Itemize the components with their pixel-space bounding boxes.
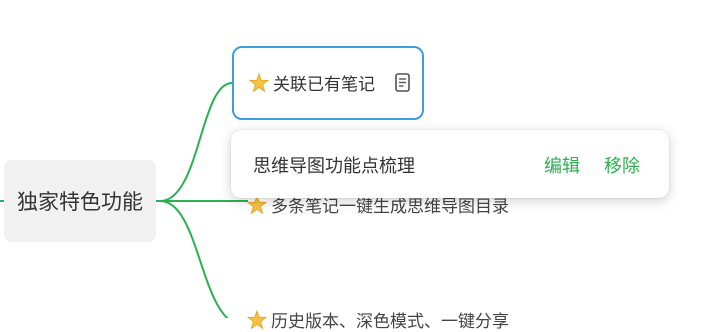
note-icon[interactable] [394,72,412,94]
central-topic-label: 独家特色功能 [17,190,143,214]
branch-label-history-version: 历史版本、深色模式、一键分享 [271,312,509,332]
edit-link-button[interactable]: 编辑 [544,152,580,178]
linked-note-popup: 思维导图功能点梳理 编辑 移除 [231,130,669,198]
remove-link-button[interactable]: 移除 [604,152,640,178]
branch-line-1 [159,82,233,202]
branch-label-linked-notes: 关联已有笔记 [273,75,375,95]
star-icon [248,72,270,92]
branch-node-history-version[interactable]: 历史版本、深色模式、一键分享 [246,307,509,332]
branch-line-3 [159,200,229,318]
linked-note-title[interactable]: 思维导图功能点梳理 [253,152,415,178]
branch-node-linked-notes[interactable]: 关联已有笔记 [232,46,424,120]
central-topic-node[interactable]: 独家特色功能 [4,160,156,242]
star-icon [246,309,268,329]
